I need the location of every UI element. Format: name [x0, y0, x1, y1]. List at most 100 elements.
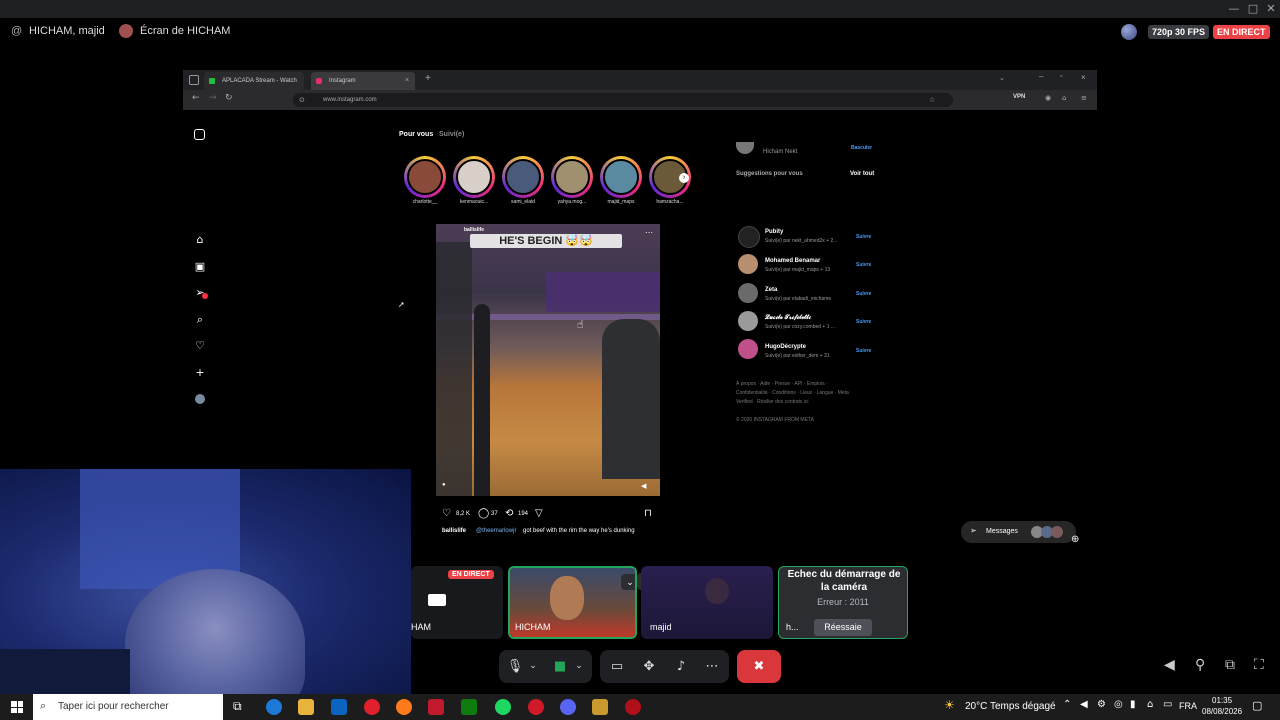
- clock-date[interactable]: 08/08/2026: [1202, 707, 1242, 716]
- notifications-icon[interactable]: ▢: [1252, 699, 1262, 712]
- suggestion-name[interactable]: Pubity: [765, 229, 783, 235]
- tray-network-icon[interactable]: ⌂: [1147, 699, 1153, 710]
- current-user-avatar[interactable]: [736, 142, 754, 154]
- tab-following[interactable]: Suivi(e): [439, 131, 464, 138]
- footer-links[interactable]: À propos · Aide · Presse · API · Emplois…: [736, 380, 856, 407]
- opera-icon[interactable]: [364, 699, 380, 715]
- suggestion-name[interactable]: Mohamed Benamar: [765, 258, 820, 264]
- edge-icon[interactable]: [266, 699, 282, 715]
- tagged-users-icon[interactable]: ●: [442, 482, 446, 488]
- browser-minimize-icon[interactable]: –: [1039, 72, 1043, 81]
- story-avatar[interactable]: [453, 156, 495, 198]
- discord-icon[interactable]: [560, 699, 576, 715]
- forward-icon[interactable]: →: [209, 93, 217, 103]
- weather-icon[interactable]: ☀: [944, 698, 955, 712]
- participant-tile-hicham-stream[interactable]: EN DIRECT HAM: [411, 566, 503, 639]
- volume-icon[interactable]: ◀: [1164, 657, 1175, 673]
- story-avatar[interactable]: [600, 156, 642, 198]
- soundboard-icon[interactable]: ♪: [672, 650, 690, 683]
- vpn-badge[interactable]: VPN: [1013, 94, 1025, 100]
- weather-desc[interactable]: Temps dégagé: [990, 701, 1056, 712]
- follow-button[interactable]: Suivre: [856, 319, 871, 325]
- app-icon-red[interactable]: [428, 699, 444, 715]
- opera-gx-icon[interactable]: [528, 699, 544, 715]
- mic-options-icon[interactable]: ⌄: [526, 650, 540, 683]
- share-screen-icon[interactable]: ▭: [608, 650, 626, 683]
- zoom-icon[interactable]: ⊕: [1071, 534, 1079, 545]
- suggestion-avatar[interactable]: [738, 339, 758, 359]
- new-tab-icon[interactable]: +: [425, 73, 431, 84]
- story-avatar[interactable]: [551, 156, 593, 198]
- stories-next-icon[interactable]: ›: [679, 173, 689, 183]
- post-more-icon[interactable]: ⋯: [645, 228, 653, 237]
- bookmark-star-icon[interactable]: ☆: [929, 93, 935, 107]
- follow-button[interactable]: Suivre: [856, 262, 871, 268]
- switch-account-link[interactable]: Basculer: [851, 145, 872, 151]
- participant-tile-majid[interactable]: majid: [641, 566, 773, 639]
- repost-icon[interactable]: ⟲: [505, 508, 513, 519]
- camera-icon[interactable]: ■: [551, 650, 569, 683]
- disconnect-button[interactable]: ✖: [737, 650, 781, 683]
- suggestion-name[interactable]: Zeta: [765, 287, 777, 293]
- maximize-icon[interactable]: □: [1246, 2, 1260, 16]
- pin-icon[interactable]: ⚲: [1195, 657, 1205, 673]
- home-icon[interactable]: ⌂: [194, 234, 206, 246]
- spotify-icon[interactable]: [495, 699, 511, 715]
- windows-start-icon[interactable]: [11, 701, 23, 713]
- suggestion-avatar[interactable]: [738, 311, 758, 331]
- story-avatar[interactable]: [502, 156, 544, 198]
- suggestion-avatar[interactable]: [738, 254, 758, 274]
- create-icon[interactable]: +: [194, 367, 206, 379]
- reel-video[interactable]: HE'S BEGIN 🤯🤯 ballislife ⋯ ☝ ● ◀: [436, 224, 660, 496]
- url-field[interactable]: ⊙ www.instagram.com ☆: [293, 93, 953, 107]
- search-icon[interactable]: ⌕: [194, 314, 206, 326]
- site-info-icon[interactable]: ⊙: [299, 93, 305, 107]
- tray-app-icon[interactable]: ⚙: [1097, 699, 1106, 710]
- retry-button[interactable]: Réessaie: [814, 619, 872, 636]
- tray-battery-icon[interactable]: ▭: [1163, 699, 1172, 710]
- browser-maximize-icon[interactable]: ▫: [1060, 73, 1062, 80]
- story-avatar[interactable]: [404, 156, 446, 198]
- suggestion-avatar[interactable]: [738, 283, 758, 303]
- menu-icon[interactable]: ≡: [1081, 94, 1087, 102]
- taskbar-search[interactable]: ⌕ Taper ici pour rechercher: [33, 694, 223, 720]
- mute-icon[interactable]: ◀: [641, 482, 646, 490]
- firefox-icon[interactable]: [396, 699, 412, 715]
- clock-time[interactable]: 01:35: [1212, 696, 1232, 705]
- participant-tile-hicham[interactable]: HICHAM ⌄: [508, 566, 637, 639]
- microphone-icon[interactable]: 🎙: [506, 650, 524, 683]
- tab-list-icon[interactable]: ⌄: [999, 74, 1005, 82]
- suggestion-name[interactable]: HugoDécrypte: [765, 344, 806, 350]
- see-all-link[interactable]: Voir tout: [850, 171, 874, 177]
- comment-icon[interactable]: ◯: [478, 508, 489, 519]
- app-icon-dark-red[interactable]: [625, 699, 641, 715]
- reels-icon[interactable]: ▣: [194, 261, 206, 273]
- more-options-icon[interactable]: ⋯: [703, 650, 721, 683]
- share-icon[interactable]: ▽: [535, 508, 543, 519]
- save-icon[interactable]: ⊓: [644, 508, 652, 519]
- current-user-name[interactable]: Hicham Nekt: [763, 149, 797, 155]
- suggestion-name[interactable]: 𝓛𝓾𝓬𝓲𝓵𝓮 𝓣𝓻𝓲𝓯𝓲𝓵𝓮𝓽𝓽𝓲: [765, 315, 811, 322]
- tray-chevron-icon[interactable]: ⌃: [1063, 699, 1071, 710]
- app-icon-gold[interactable]: [592, 699, 608, 715]
- close-icon[interactable]: ✕: [1264, 2, 1278, 16]
- fullscreen-icon[interactable]: ⛶: [1254, 657, 1264, 673]
- weather-temp[interactable]: 20°C: [965, 701, 987, 712]
- tray-mic-icon[interactable]: ▮: [1130, 699, 1136, 710]
- profile-icon[interactable]: ◉: [1045, 94, 1051, 102]
- suggestion-avatar[interactable]: [738, 226, 760, 248]
- tile-options-icon[interactable]: ⌄: [621, 574, 635, 590]
- reload-icon[interactable]: ↻: [225, 93, 233, 103]
- caption-mention[interactable]: @theemarlowjr: [476, 528, 516, 534]
- tab-for-you[interactable]: Pour vous: [399, 131, 433, 138]
- popout-icon[interactable]: ⧉: [1225, 657, 1235, 673]
- outlook-icon[interactable]: [331, 699, 347, 715]
- xbox-icon[interactable]: [461, 699, 477, 715]
- activities-icon[interactable]: ✥: [640, 650, 658, 683]
- messages-pill[interactable]: ➢ Messages: [961, 521, 1076, 543]
- profile-avatar[interactable]: [195, 394, 205, 404]
- viewer-avatar[interactable]: [1121, 24, 1137, 40]
- language-indicator[interactable]: FRA: [1179, 701, 1197, 711]
- tab-actions-icon[interactable]: [189, 75, 199, 85]
- post-author[interactable]: ballislife: [464, 227, 484, 233]
